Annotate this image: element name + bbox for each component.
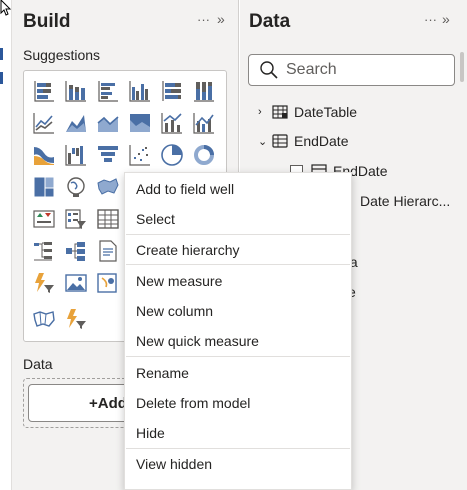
more-options-icon[interactable]: ··· [424, 12, 437, 27]
tree-item-label: EndDate [294, 133, 349, 149]
line-clustered-icon[interactable] [192, 111, 216, 135]
more-options-icon[interactable]: ··· [197, 12, 210, 27]
left-strip [0, 0, 12, 490]
stacked-area-icon[interactable] [96, 111, 120, 135]
tree-item-date-hierarchy[interactable]: Date Hierarc... [360, 189, 450, 213]
area-chart-icon[interactable] [64, 111, 88, 135]
menu-item-new-measure[interactable]: New measure [125, 266, 351, 296]
map-icon[interactable] [64, 175, 88, 199]
scatter-icon[interactable] [128, 143, 152, 167]
menu-item-new-quick-measure[interactable]: New quick measure [125, 326, 351, 356]
suggestions-label: Suggestions [23, 47, 101, 63]
donut-chart-icon[interactable] [192, 143, 216, 167]
power-automate-icon[interactable] [32, 271, 56, 295]
strip-marker [0, 48, 3, 60]
power-apps-icon[interactable] [64, 307, 88, 331]
tree-item-label: Date Hierarc... [360, 193, 451, 209]
key-influencers-icon[interactable] [64, 239, 88, 263]
context-menu: Add to field well Select Create hierarch… [124, 172, 352, 490]
waterfall-icon[interactable] [64, 143, 88, 167]
menu-item-unhide-all[interactable]: Unhide all [125, 479, 351, 489]
decomposition-tree-icon[interactable] [32, 239, 56, 263]
100-stacked-column-icon[interactable] [192, 79, 216, 103]
kpi-icon[interactable] [32, 207, 56, 231]
tree-item-datetable[interactable]: › DateTable [258, 100, 357, 124]
collapse-pane-icon[interactable]: » [217, 11, 225, 27]
mouse-cursor-icon [0, 0, 12, 16]
shape-map-icon[interactable] [32, 307, 56, 331]
build-data-label: Data [23, 356, 53, 372]
image-icon[interactable] [64, 271, 88, 295]
table-icon [272, 134, 288, 148]
search-input[interactable]: Search [248, 54, 455, 86]
menu-separator [126, 264, 350, 265]
table-icon[interactable] [96, 207, 120, 231]
menu-item-new-column[interactable]: New column [125, 296, 351, 326]
collapse-pane-icon[interactable]: » [442, 11, 450, 27]
smart-narrative-icon[interactable] [96, 239, 120, 263]
menu-item-hide[interactable]: Hide [125, 418, 351, 448]
clustered-column-icon[interactable] [128, 79, 152, 103]
search-placeholder: Search [286, 61, 337, 78]
line-column-icon[interactable] [160, 111, 184, 135]
tree-item-enddate-table[interactable]: ⌄ EndDate [258, 129, 348, 153]
scrollbar[interactable] [460, 52, 464, 82]
funnel-icon[interactable] [96, 143, 120, 167]
build-pane-title: Build [23, 11, 71, 32]
strip-marker [0, 72, 3, 84]
slicer-icon[interactable] [64, 207, 88, 231]
line-chart-icon[interactable] [32, 111, 56, 135]
tree-item-label: DateTable [294, 104, 358, 120]
chevron-right-icon[interactable]: › [258, 106, 272, 118]
menu-item-rename[interactable]: Rename [125, 358, 351, 388]
menu-item-delete-from-model[interactable]: Delete from model [125, 388, 351, 418]
menu-item-add-to-field-well[interactable]: Add to field well [125, 174, 351, 204]
ribbon-chart-icon[interactable] [32, 143, 56, 167]
menu-separator [126, 356, 350, 357]
100-area-icon[interactable] [128, 111, 152, 135]
data-pane-title: Data [249, 11, 291, 32]
100-stacked-bar-icon[interactable] [160, 79, 184, 103]
calendar-table-icon [272, 105, 288, 119]
stacked-bar-icon[interactable] [32, 79, 56, 103]
menu-item-select[interactable]: Select [125, 204, 351, 234]
menu-item-create-hierarchy[interactable]: Create hierarchy [125, 235, 351, 265]
clustered-bar-icon[interactable] [96, 79, 120, 103]
stacked-column-icon[interactable] [64, 79, 88, 103]
filled-map-icon[interactable] [96, 175, 120, 199]
azure-map-icon[interactable] [96, 271, 120, 295]
treemap-icon[interactable] [32, 175, 56, 199]
menu-item-view-hidden[interactable]: View hidden [125, 449, 351, 479]
search-icon [260, 61, 278, 79]
pie-chart-icon[interactable] [160, 143, 184, 167]
chevron-down-icon[interactable]: ⌄ [258, 135, 272, 148]
